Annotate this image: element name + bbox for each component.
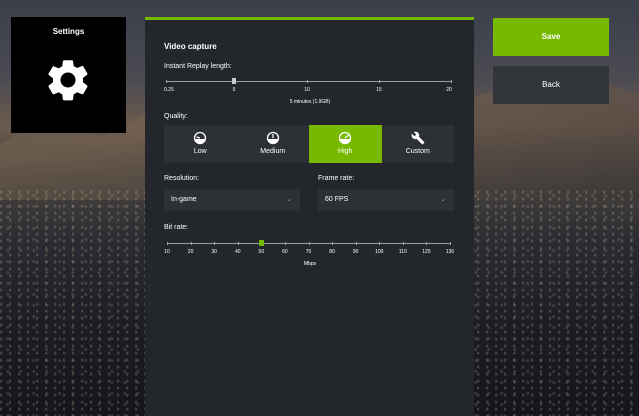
- back-button[interactable]: Back: [493, 66, 609, 104]
- bitrate-tick-label: 80: [329, 249, 335, 255]
- gauge-high-icon: [339, 131, 352, 145]
- bitrate-tick: [237, 242, 239, 245]
- resolution-select[interactable]: In-game ⌄: [164, 189, 300, 211]
- gauge-low-icon: [194, 131, 207, 145]
- bitrate-tick: [332, 242, 334, 245]
- bitrate-tick: [214, 242, 216, 245]
- resolution-value: In-game: [171, 196, 197, 203]
- settings-tile: Settings: [11, 17, 126, 133]
- bitrate-tick: [190, 242, 192, 245]
- bitrate-tick: [284, 242, 286, 245]
- replay-slider-track: [166, 81, 451, 82]
- bitrate-tick: [379, 242, 381, 245]
- bitrate-tick-label: 30: [211, 249, 217, 255]
- replay-slider-handle[interactable]: [232, 78, 236, 84]
- quality-low-button[interactable]: Low: [164, 125, 237, 163]
- replay-tick-label: 20: [446, 87, 452, 93]
- quality-medium-label: Medium: [260, 148, 286, 155]
- bitrate-tick: [402, 242, 404, 245]
- bitrate-tick: [167, 242, 168, 245]
- bitrate-tick-label: 20: [187, 249, 194, 255]
- wrench-icon: [411, 131, 425, 145]
- replay-length-value: 5 minutes (1.9GB): [289, 99, 331, 105]
- quality-label: Quality:: [164, 113, 188, 120]
- replay-tick-label: 0.25: [164, 87, 174, 93]
- bitrate-tick-label: 10: [164, 249, 170, 255]
- bitrate-unit: Mbps: [303, 261, 317, 267]
- replay-tick: [166, 80, 167, 83]
- quality-medium-button[interactable]: Medium: [237, 125, 310, 163]
- bitrate-tick-label: 50: [258, 249, 265, 255]
- gauge-medium-icon: [266, 131, 279, 145]
- bitrate-tick-label: 90: [352, 249, 359, 255]
- bitrate-tick: [450, 242, 451, 245]
- replay-tick-label: 10: [304, 87, 310, 93]
- bitrate-tick-label: 120: [422, 249, 431, 255]
- bitrate-tick-label: 70: [305, 249, 312, 255]
- bitrate-tick-label: 60: [282, 249, 288, 255]
- replay-tick: [451, 80, 452, 83]
- replay-tick-label: 15: [376, 87, 382, 93]
- save-button[interactable]: Save: [493, 18, 609, 56]
- chevron-down-icon: ⌄: [440, 196, 446, 203]
- replay-tick-label: 5: [232, 87, 236, 93]
- chevron-down-icon: ⌄: [286, 196, 292, 203]
- bitrate-tick: [355, 242, 357, 245]
- panel-title: Video capture: [164, 42, 217, 51]
- frame-rate-select[interactable]: 60 FPS ⌄: [318, 189, 454, 211]
- settings-title: Settings: [52, 27, 85, 36]
- quality-high-label: High: [338, 148, 353, 155]
- quality-custom-label: Custom: [405, 148, 430, 155]
- panel-accent-bar: [145, 17, 474, 20]
- replay-length-label: Instant Replay length:: [164, 63, 232, 70]
- frame-rate-value: 60 FPS: [325, 196, 349, 203]
- bitrate-tick: [308, 242, 310, 245]
- bitrate-tick-label: 130: [445, 249, 455, 255]
- bitrate-tick: [426, 242, 428, 245]
- bitrate-tick-label: 40: [234, 249, 241, 255]
- quality-high-button[interactable]: High: [309, 125, 382, 163]
- resolution-label: Resolution:: [164, 175, 200, 182]
- quality-selector: Low Medium High Custom: [164, 125, 454, 163]
- quality-low-label: Low: [193, 148, 207, 155]
- bitrate-tick-label: 110: [398, 249, 407, 255]
- replay-length-slider[interactable]: 0.25 5 10 15 20: [164, 75, 454, 99]
- bitrate-label: Bit rate:: [164, 224, 189, 231]
- replay-tick: [307, 80, 308, 83]
- video-capture-panel: Video capture Instant Replay length: 0.2…: [145, 17, 474, 416]
- frame-rate-label: Frame rate:: [318, 175, 355, 182]
- gear-icon: [48, 60, 88, 101]
- quality-custom-button[interactable]: Custom: [382, 125, 455, 163]
- bitrate-slider[interactable]: 10 20 30 40 50 60 70 80 90 100 110 120 130: [164, 237, 454, 261]
- bitrate-tick-label: 100: [375, 249, 384, 255]
- replay-tick: [379, 80, 380, 83]
- bitrate-slider-handle[interactable]: [258, 240, 264, 246]
